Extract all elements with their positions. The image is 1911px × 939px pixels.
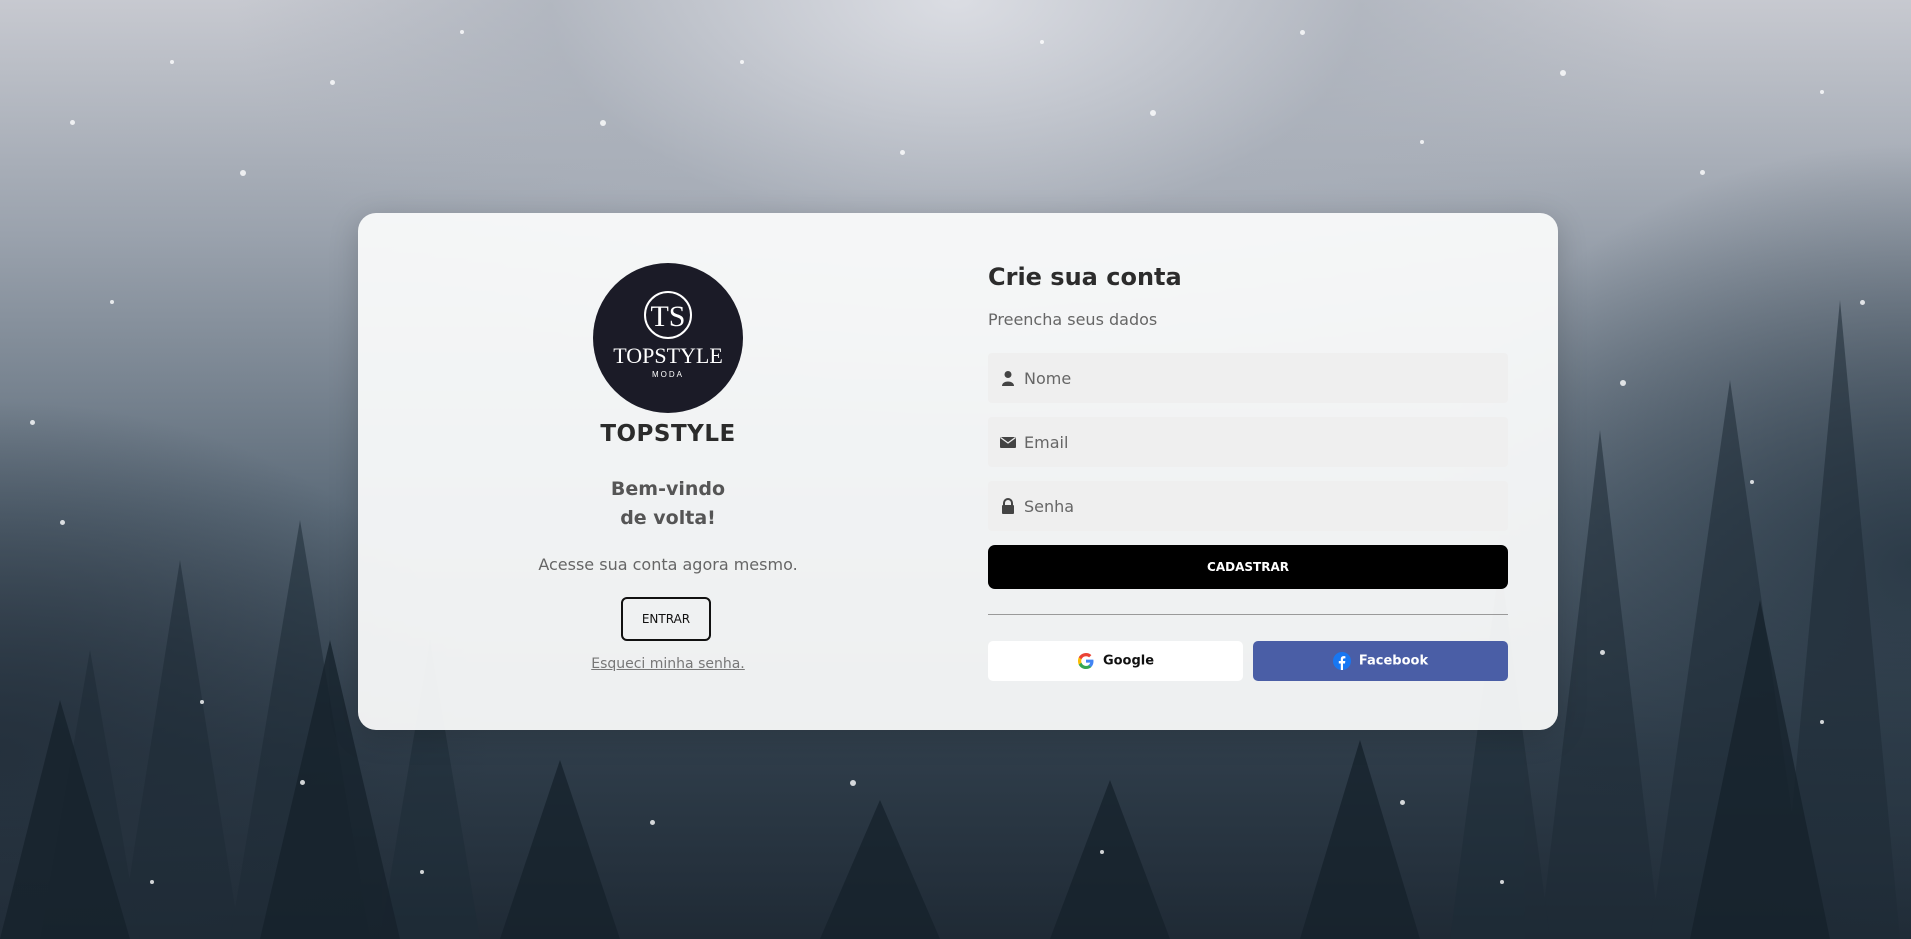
logo-wordmark: TOPSTYLE [613, 343, 723, 368]
login-panel: TS TOPSTYLE MODA TOPSTYLE Bem-vindo de v… [358, 213, 978, 730]
register-title: Crie sua conta [988, 263, 1182, 291]
welcome-line-2: de volta! [620, 507, 716, 529]
lock-icon [1002, 498, 1014, 514]
google-icon [1077, 653, 1094, 669]
register-subtitle: Preencha seus dados [988, 310, 1158, 329]
logo-tagline: MODA [652, 370, 684, 379]
envelope-icon [1000, 436, 1016, 448]
logo-emblem: TS TOPSTYLE MODA [613, 291, 723, 379]
name-field[interactable] [988, 353, 1508, 403]
logo-monogram: TS [650, 300, 685, 333]
welcome-heading: Bem-vindo de volta! [358, 475, 978, 533]
brand-name: TOPSTYLE [600, 421, 736, 447]
auth-card: TS TOPSTYLE MODA TOPSTYLE Bem-vindo de v… [358, 213, 1558, 730]
email-field[interactable] [988, 417, 1508, 467]
register-button[interactable]: CADASTRAR [988, 545, 1508, 589]
forgot-password-link[interactable]: Esqueci minha senha. [358, 656, 978, 672]
google-label: Google [1102, 653, 1155, 669]
enter-button[interactable]: ENTRAR [621, 597, 711, 641]
divider [988, 614, 1508, 615]
facebook-login-button[interactable]: Facebook [1253, 641, 1508, 681]
password-input[interactable] [1024, 481, 1494, 531]
facebook-icon [1332, 652, 1351, 670]
name-input[interactable] [1024, 353, 1494, 403]
welcome-line-1: Bem-vindo [610, 478, 726, 500]
topstyle-logo: TS TOPSTYLE MODA [593, 263, 743, 413]
email-input[interactable] [1024, 417, 1494, 467]
login-subtitle: Acesse sua conta agora mesmo. [538, 555, 798, 574]
google-login-button[interactable]: Google [988, 641, 1243, 681]
password-field[interactable] [988, 481, 1508, 531]
facebook-label: Facebook [1358, 653, 1429, 669]
user-icon [1002, 371, 1014, 386]
register-panel: Crie sua conta Preencha seus dados CADAS… [988, 213, 1508, 730]
